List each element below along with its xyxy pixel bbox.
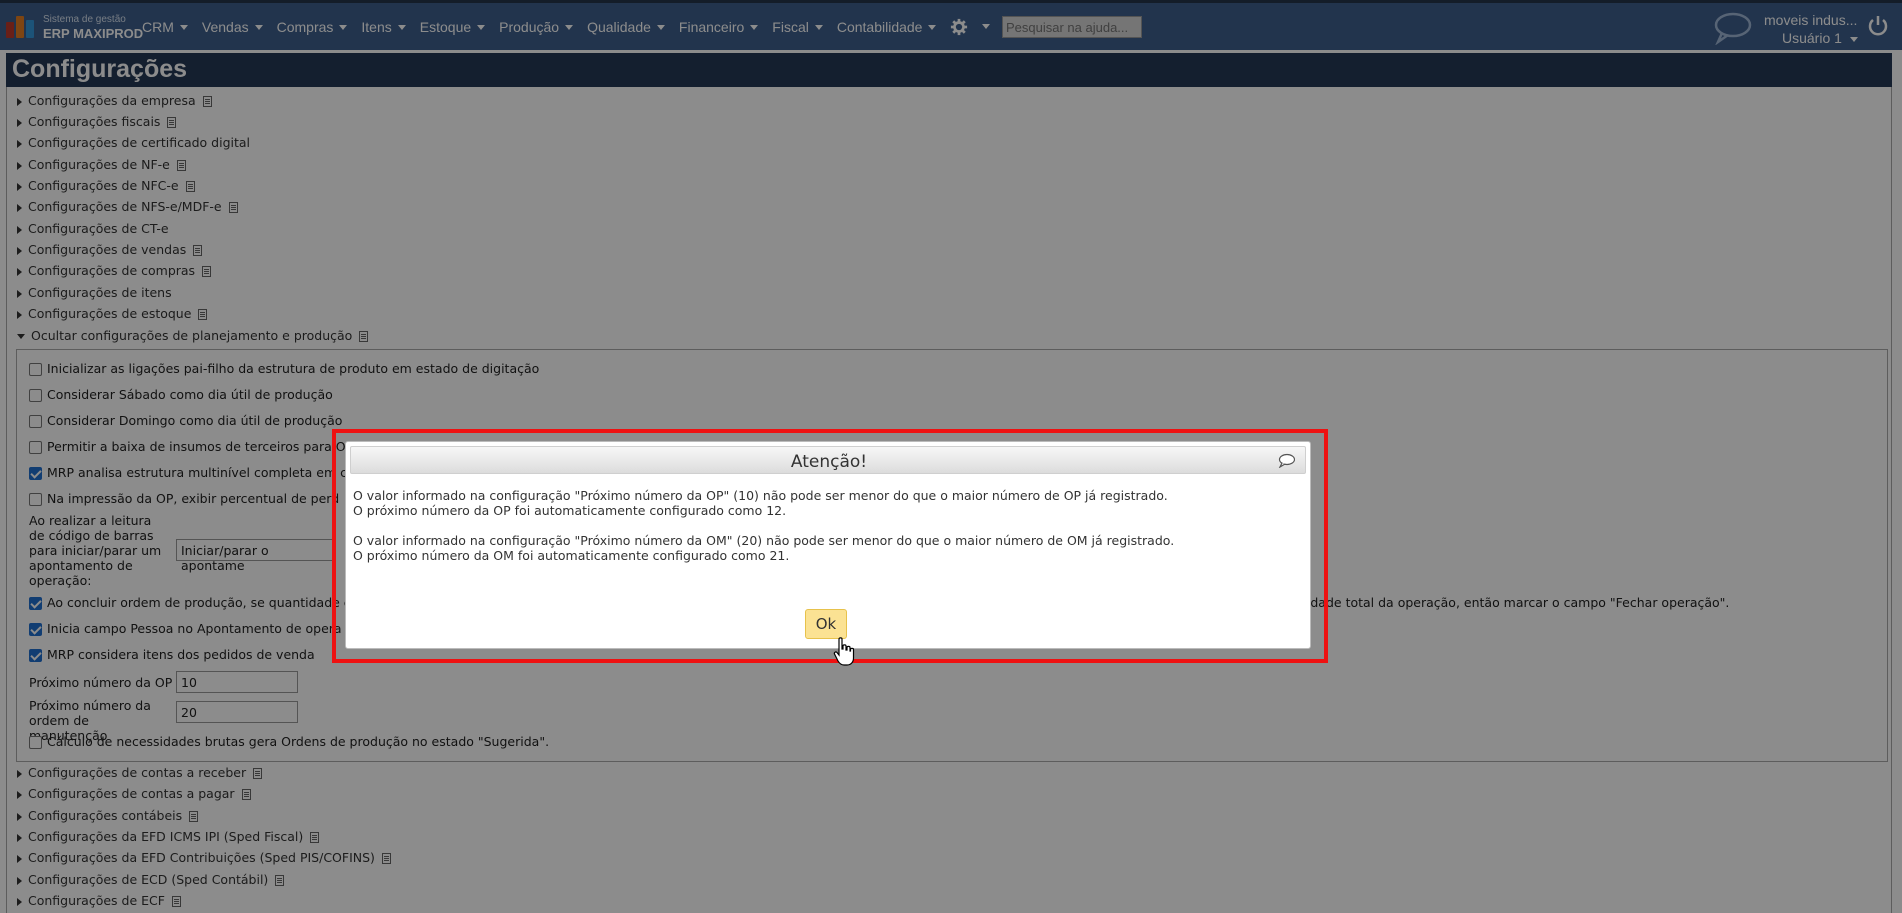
chat-bubble-icon[interactable] [1277,453,1295,468]
hand-cursor-icon [833,637,855,666]
dialog-message-line: O próximo número da OM foi automaticamen… [353,548,790,563]
dialog-message-line: O próximo número da OP foi automaticamen… [353,503,787,518]
dialog-title: Atenção! [790,452,868,472]
dialog-message-line: O valor informado na configuração "Próxi… [353,488,1168,503]
attention-dialog: Atenção! O valor informado na configuraç… [345,441,1311,649]
dialog-header: Atenção! [350,446,1306,474]
ok-button[interactable]: Ok [805,609,847,639]
dialog-message-line: O valor informado na configuração "Próxi… [353,533,1175,548]
